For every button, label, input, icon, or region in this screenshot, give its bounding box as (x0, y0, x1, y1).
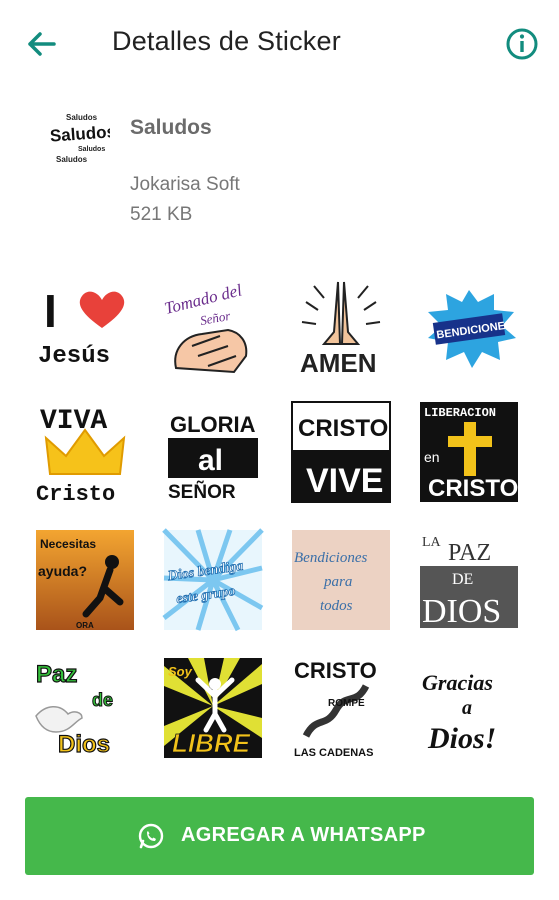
dove-icon (35, 706, 83, 733)
sticker-12-text-3: DE (452, 571, 473, 588)
sticker-necesitas-ayuda[interactable]: Necesitas ayuda? ORA (30, 528, 140, 638)
sticker-8-text-3: CRISTO (428, 475, 518, 502)
sticker-6-text-2: al (198, 444, 223, 477)
sticker-la-paz-de-dios[interactable]: LA PAZ DE DIOS (414, 528, 524, 638)
sticker-6-text-1: GLORIA (170, 412, 256, 437)
sticker-12-text-4: DIOS (422, 593, 501, 630)
whatsapp-icon (138, 823, 164, 849)
sticker-2-text-2: Señor (199, 308, 232, 328)
pack-size: 521 KB (130, 204, 193, 225)
kneeling-person-icon (105, 555, 119, 569)
sticker-5-text-2: Cristo (36, 482, 115, 507)
sticker-13-text-1: Paz (36, 661, 77, 688)
arrow-back-icon (28, 32, 56, 56)
sticker-bendiciones[interactable]: BENDICIONES (414, 272, 524, 382)
pack-name: Saludos (130, 116, 212, 139)
sticker-7-text-2: VIVE (306, 462, 383, 500)
info-button[interactable] (502, 24, 542, 64)
sticker-grid: I Jesús Tomado del Señor AMEN BENDICIONE… (30, 272, 530, 782)
pack-tray-icon: Saludos Saludos Saludos Saludos (44, 108, 116, 168)
app-bar: Detalles de Sticker (0, 0, 559, 86)
sticker-dios-bendiga-grupo[interactable]: Dios bendiga este grupo (158, 528, 268, 638)
sticker-13-text-3: Dios (58, 731, 110, 758)
sticker-14-text-2: LIBRE (172, 728, 251, 758)
sticker-1-text-1: I (44, 285, 57, 337)
sticker-soy-libre[interactable]: Soy LIBRE (158, 656, 268, 766)
sticker-gloria-al-senor[interactable]: GLORIA al SEÑOR (158, 400, 268, 510)
sticker-bendiciones-para-todos[interactable]: Bendiciones para todos (286, 528, 396, 638)
sticker-11-text-3: todos (320, 598, 353, 614)
sticker-11-text-1: Bendiciones (294, 550, 367, 566)
sticker-15-text-1: CRISTO (294, 658, 377, 683)
sticker-15-text-2: ROMPE (328, 698, 365, 709)
sticker-16-text-3: Dios! (427, 722, 496, 755)
sticker-6-text-3: SEÑOR (168, 481, 236, 503)
pack-icon-text-2: Saludos (49, 122, 110, 146)
pack-author: Jokarisa Soft (130, 174, 240, 195)
sticker-9-text-2: ayuda? (38, 563, 87, 579)
sticker-viva-cristo[interactable]: VIVA Cristo (30, 400, 140, 510)
sticker-amen[interactable]: AMEN (286, 272, 396, 382)
cross-icon (464, 422, 476, 476)
sticker-8-text-1: LIBERACION (424, 406, 496, 420)
info-icon (506, 28, 538, 60)
sticker-7-text-1: CRISTO (298, 415, 388, 442)
sticker-tomado-del-senor[interactable]: Tomado del Señor (158, 272, 268, 382)
scroll-fade (0, 770, 559, 800)
sticker-3-text-1: AMEN (300, 348, 377, 378)
sticker-jesus[interactable]: I Jesús (30, 272, 140, 382)
sticker-gracias-a-dios[interactable]: Gracias a Dios! (414, 656, 524, 766)
praying-hands-icon (321, 281, 342, 345)
sticker-11-text-2: para (323, 574, 352, 590)
sticker-paz-de-dios[interactable]: Paz de Dios (30, 656, 140, 766)
sticker-9-text-1: Necesitas (40, 537, 96, 551)
sticker-9-text-3: ORA (76, 621, 94, 630)
back-button[interactable] (22, 24, 62, 64)
heart-icon (79, 291, 125, 328)
pack-icon-text-4: Saludos (56, 155, 88, 164)
sticker-16-text-1: Gracias (422, 670, 493, 695)
sticker-16-text-2: a (462, 697, 472, 719)
sticker-15-text-3: LAS CADENAS (294, 747, 373, 759)
broken-chain-icon (302, 684, 370, 738)
pack-icon-text-3: Saludos (78, 146, 105, 153)
add-button-label: AGREGAR A WHATSAPP (181, 824, 426, 846)
sticker-1-text-2: Jesús (38, 343, 110, 370)
sticker-liberacion-en-cristo[interactable]: LIBERACION en CRISTO (414, 400, 524, 510)
sticker-13-text-2: de (92, 690, 113, 710)
sticker-8-text-2: en (424, 449, 440, 465)
pack-icon-text-1: Saludos (66, 113, 98, 122)
sticker-14-text-1: Soy (168, 664, 193, 679)
sticker-12-text-1: LA (422, 535, 442, 550)
page-title: Detalles de Sticker (112, 26, 341, 56)
sticker-cristo-vive[interactable]: CRISTO VIVE (286, 400, 396, 510)
add-to-whatsapp-button[interactable]: AGREGAR A WHATSAPP (25, 797, 534, 875)
sticker-cristo-rompe-cadenas[interactable]: CRISTO ROMPE LAS CADENAS (286, 656, 396, 766)
sticker-12-text-2: PAZ (448, 540, 491, 566)
sticker-5-text-1: VIVA (40, 406, 107, 437)
